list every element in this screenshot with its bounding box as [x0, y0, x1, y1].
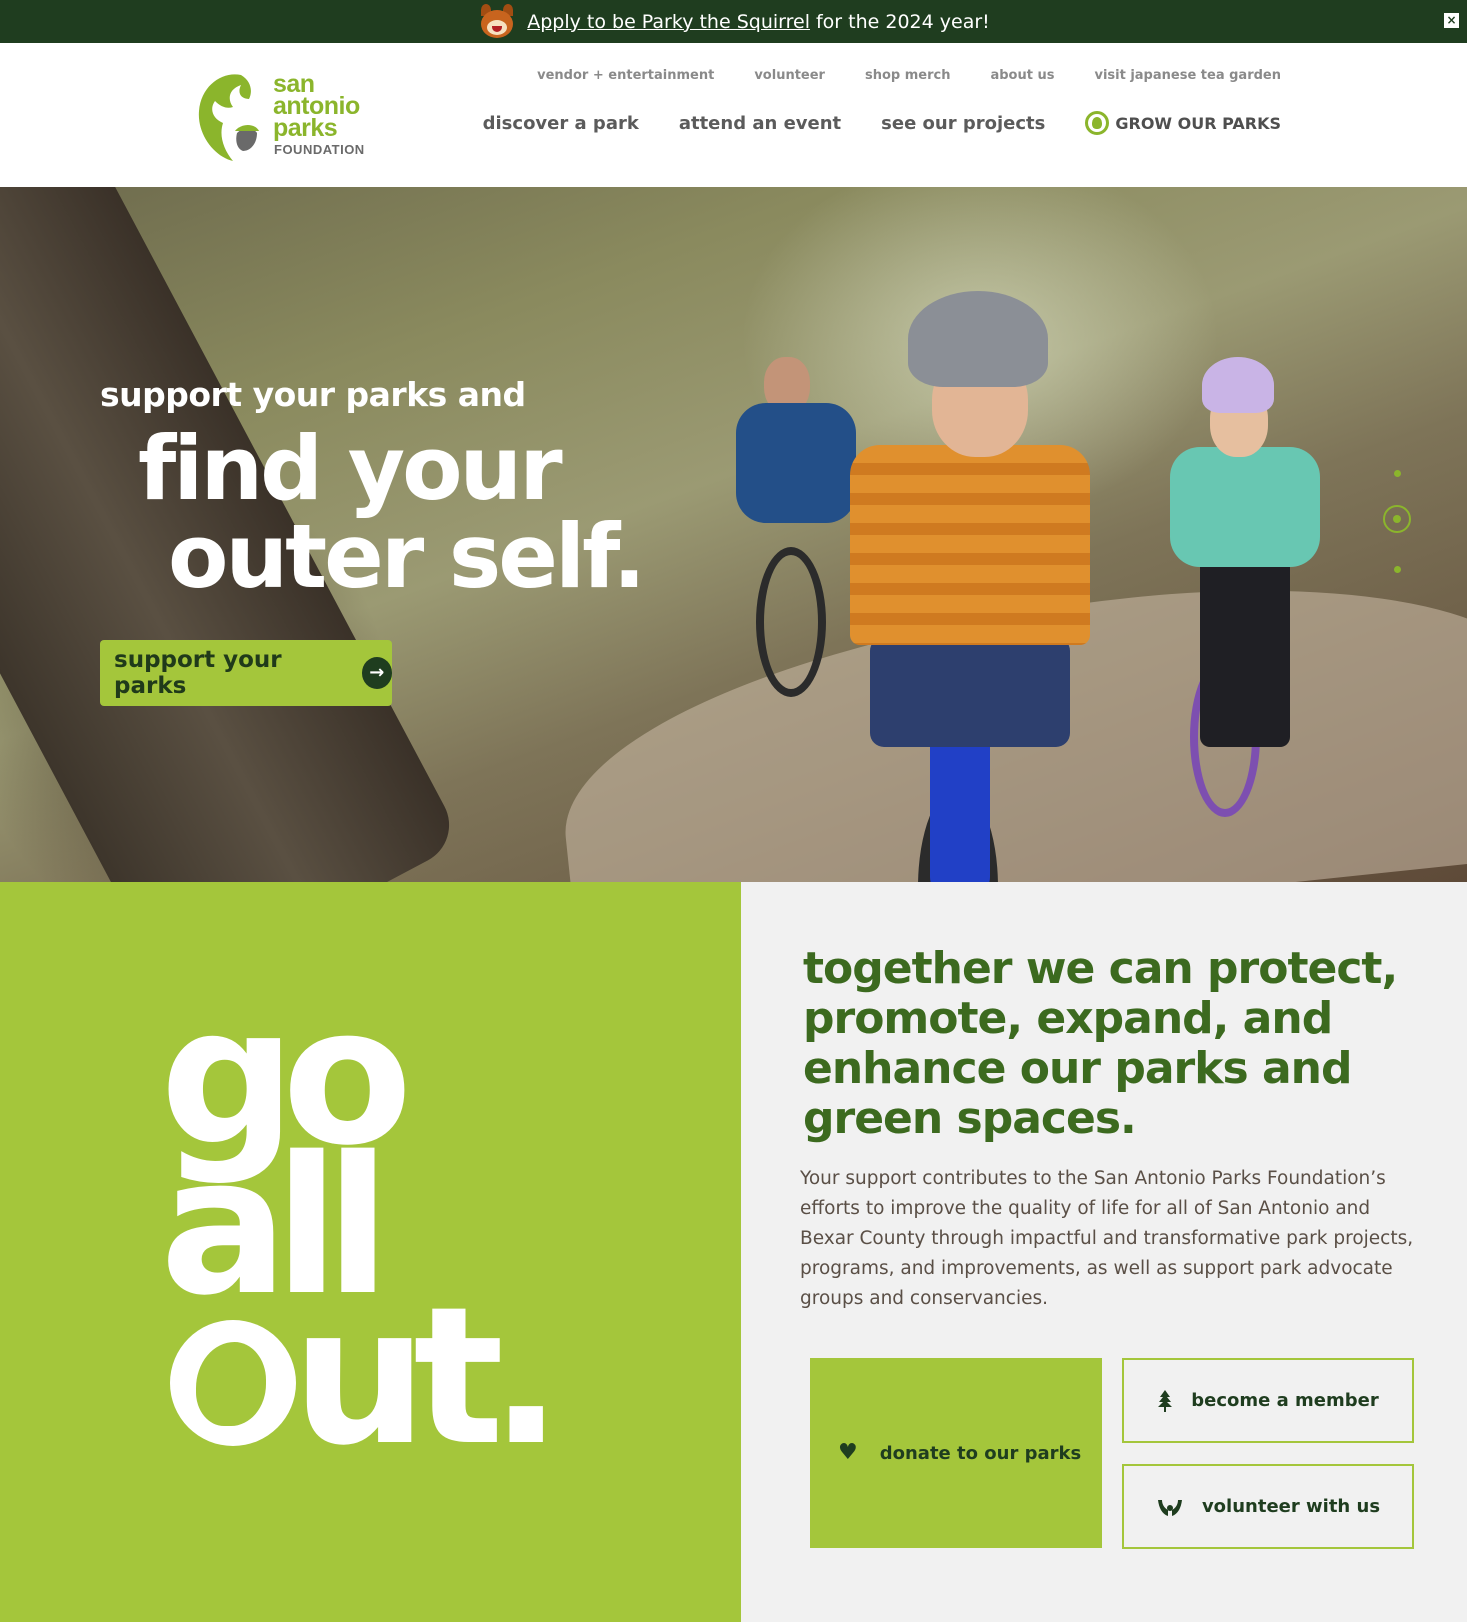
slide-dot-1[interactable]	[1394, 470, 1401, 477]
nav-discover-a-park[interactable]: discover a park	[483, 113, 639, 134]
go-all-out-panel: go all ut.	[0, 882, 741, 1622]
announcement-bar: Apply to be Parky the Squirrel for the 2…	[0, 0, 1467, 43]
arrow-right-icon: →	[361, 657, 392, 689]
hands-icon	[1157, 1499, 1182, 1516]
nav-about-us[interactable]: about us	[990, 68, 1054, 83]
hero-kicker: support your parks and	[100, 375, 526, 414]
grow-label: GROW OUR PARKS	[1115, 113, 1281, 133]
leaf-o-icon	[170, 1320, 296, 1446]
out-line: ut.	[160, 1282, 562, 1472]
mission-headline: together we can protect, promote, expand…	[803, 943, 1398, 1144]
hero-title-line1: find your	[138, 417, 563, 520]
site-logo[interactable]: san antonio parks FOUNDATION	[193, 69, 393, 164]
hero-slider-dots	[1380, 470, 1414, 580]
hero-photo-rider-boy	[840, 267, 1100, 882]
hero-title-line2: outer self.	[168, 505, 646, 608]
mission-panel: together we can protect, promote, expand…	[741, 882, 1467, 1622]
donate-label: donate to our parks	[879, 1442, 1082, 1464]
nav-grow-our-parks[interactable]: GROW OUR PARKS	[1085, 111, 1281, 135]
close-icon[interactable]: ×	[1444, 13, 1459, 28]
become-member-button[interactable]: become a member	[1122, 1358, 1414, 1443]
support-your-parks-button[interactable]: support your parks →	[100, 640, 392, 706]
main-nav: discover a park attend an event see our …	[483, 111, 1281, 135]
parky-squirrel-icon	[477, 3, 517, 40]
utility-nav: vendor + entertainment volunteer shop me…	[537, 68, 1281, 83]
nav-attend-an-event[interactable]: attend an event	[679, 113, 841, 134]
go-all-out-graphic: go all ut.	[160, 982, 562, 1472]
nav-vendor-entertainment[interactable]: vendor + entertainment	[537, 68, 714, 83]
logo-wordmark: san antonio parks	[273, 70, 360, 142]
mission-body: Your support contributes to the San Anto…	[800, 1168, 1414, 1309]
leaf-logo-icon	[198, 74, 259, 161]
site-header: san antonio parks FOUNDATION vendor + en…	[0, 43, 1467, 187]
nav-japanese-tea-garden[interactable]: visit japanese tea garden	[1094, 68, 1281, 83]
nav-see-our-projects[interactable]: see our projects	[881, 113, 1045, 134]
slide-dot-3[interactable]	[1394, 566, 1401, 573]
tree-icon	[1158, 1389, 1173, 1412]
member-label: become a member	[1191, 1390, 1379, 1411]
nav-shop-merch[interactable]: shop merch	[865, 68, 951, 83]
hero-banner: support your parks and find your outer s…	[0, 187, 1467, 882]
heart-icon: ♥	[838, 1440, 858, 1465]
announcement-text: for the 2024 year!	[815, 10, 990, 33]
acorn-icon	[1085, 111, 1110, 135]
nav-volunteer[interactable]: volunteer	[754, 68, 825, 83]
support-button-label: support your parks	[114, 647, 282, 699]
hero-title: find your outer self.	[138, 417, 646, 608]
logo-foundation: FOUNDATION	[274, 142, 365, 157]
slide-dot-2[interactable]	[1383, 505, 1411, 533]
hero-photo-rider-girl	[1160, 357, 1350, 827]
volunteer-button[interactable]: volunteer with us	[1122, 1464, 1414, 1549]
donate-button[interactable]: ♥ donate to our parks	[810, 1358, 1102, 1548]
volunteer-label: volunteer with us	[1201, 1496, 1381, 1517]
parky-apply-link[interactable]: Apply to be Parky the Squirrel	[527, 11, 810, 33]
